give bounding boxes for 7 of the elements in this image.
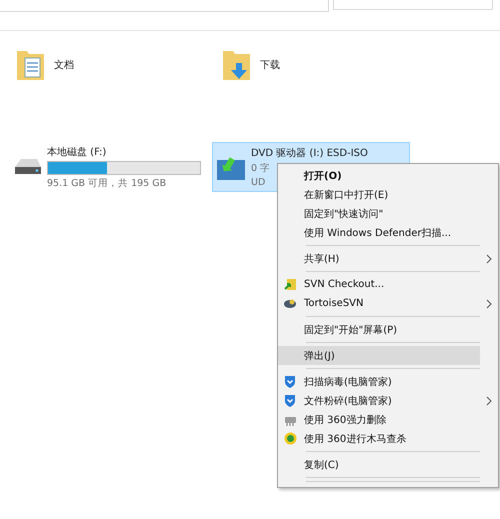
drive-info: 0 字 (251, 162, 272, 175)
drive-name: DVD 驱动器 (I:) ESD-ISO (251, 147, 368, 160)
folder-name: 文档 (54, 58, 74, 72)
drive-info: 95.1 GB 可用，共 195 GB (47, 176, 168, 190)
drive-filesystem: UD (251, 177, 266, 188)
drive-name: 本地磁盘 (F:) (47, 146, 108, 158)
folder-name: 下载 (260, 58, 280, 72)
